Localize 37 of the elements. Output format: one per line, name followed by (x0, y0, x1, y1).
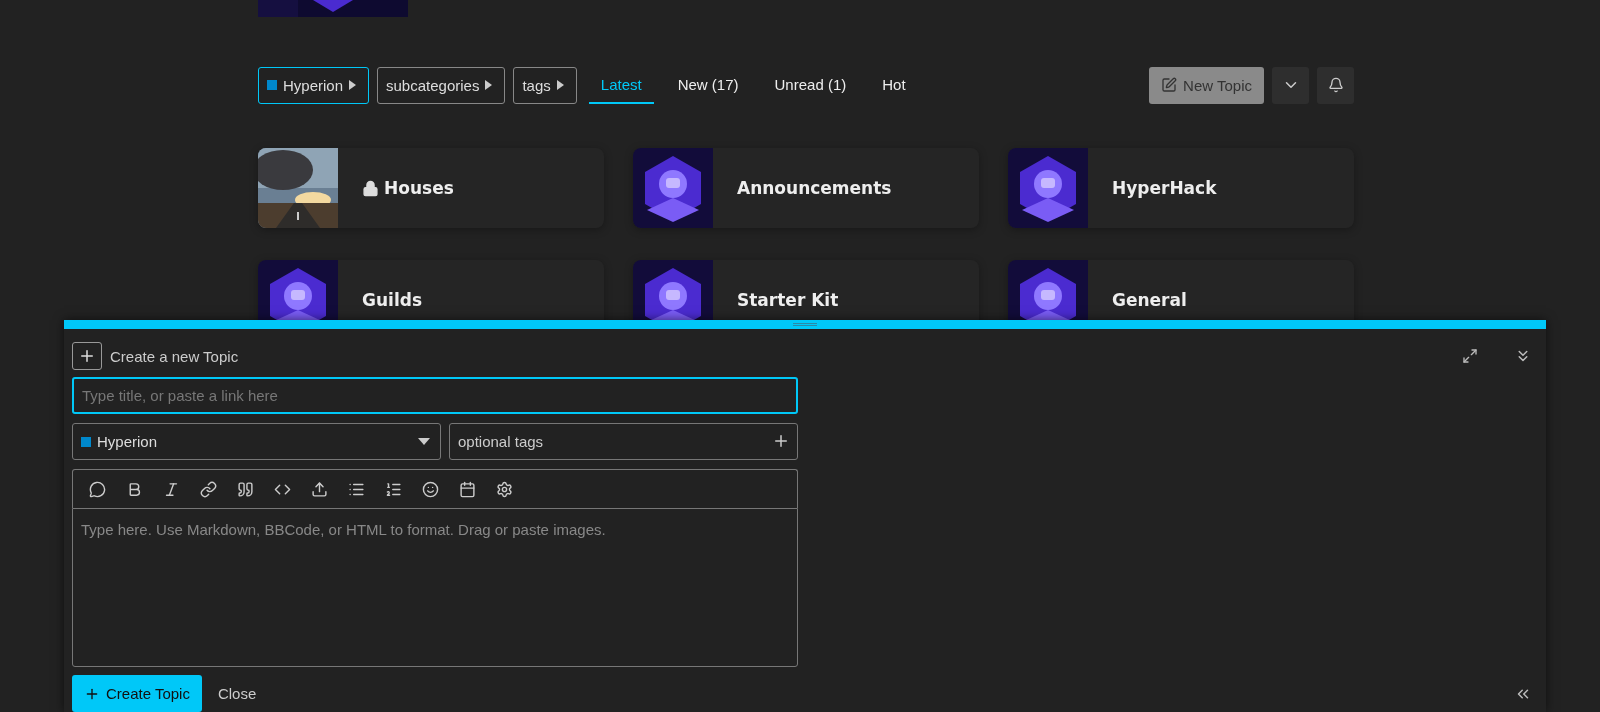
nav-tab[interactable]: Unread (1) (762, 66, 859, 104)
category-name: Guilds (362, 290, 422, 310)
category-name: General (1112, 290, 1187, 310)
nav-tab[interactable]: New (17) (665, 66, 751, 104)
category-breadcrumb[interactable]: Hyperion (258, 66, 370, 104)
nav-tab[interactable]: Hot (870, 66, 918, 104)
category-value: Hyperion (97, 433, 159, 450)
caret-icon (349, 80, 357, 90)
fullscreen-icon[interactable] (1462, 348, 1478, 364)
resize-grip[interactable] (793, 323, 817, 326)
category-breadcrumb[interactable]: tags (513, 66, 577, 104)
pencil-icon (1161, 77, 1178, 93)
category-name: Houses (362, 178, 454, 198)
category-card[interactable]: Houses (258, 148, 604, 228)
editor-field[interactable]: Type here. Use Markdown, BBCode, or HTML to format. Drag or paste images. (72, 508, 798, 667)
composer-title: Create a new Topic (110, 347, 239, 365)
nav-tab[interactable]: Latest (588, 66, 654, 104)
plus-icon (72, 342, 102, 370)
bell-icon (1327, 77, 1344, 93)
category-card[interactable]: HyperHack (1008, 148, 1354, 228)
close-button[interactable]: Close (205, 675, 269, 712)
category-name: Announcements (737, 178, 892, 198)
category-name: Starter Kit (737, 290, 839, 310)
caret-icon (418, 438, 430, 445)
caret-icon (556, 80, 564, 90)
create-topic-button[interactable]: Create Topic (72, 675, 202, 712)
notifications-button[interactable] (1317, 66, 1354, 104)
new-topic-button[interactable]: New Topic (1149, 66, 1264, 104)
title-field[interactable]: Type title, or paste a link here (72, 377, 798, 414)
category-name: HyperHack (1112, 178, 1217, 198)
plus-icon (772, 432, 790, 450)
lock-icon (362, 179, 379, 197)
caret-icon (485, 80, 493, 90)
category-dropdown[interactable]: Hyperion (72, 423, 441, 460)
category-card[interactable]: Announcements (633, 148, 979, 228)
category-breadcrumb[interactable]: subcategories (377, 66, 506, 104)
tags-field[interactable]: optional tags (449, 423, 798, 460)
